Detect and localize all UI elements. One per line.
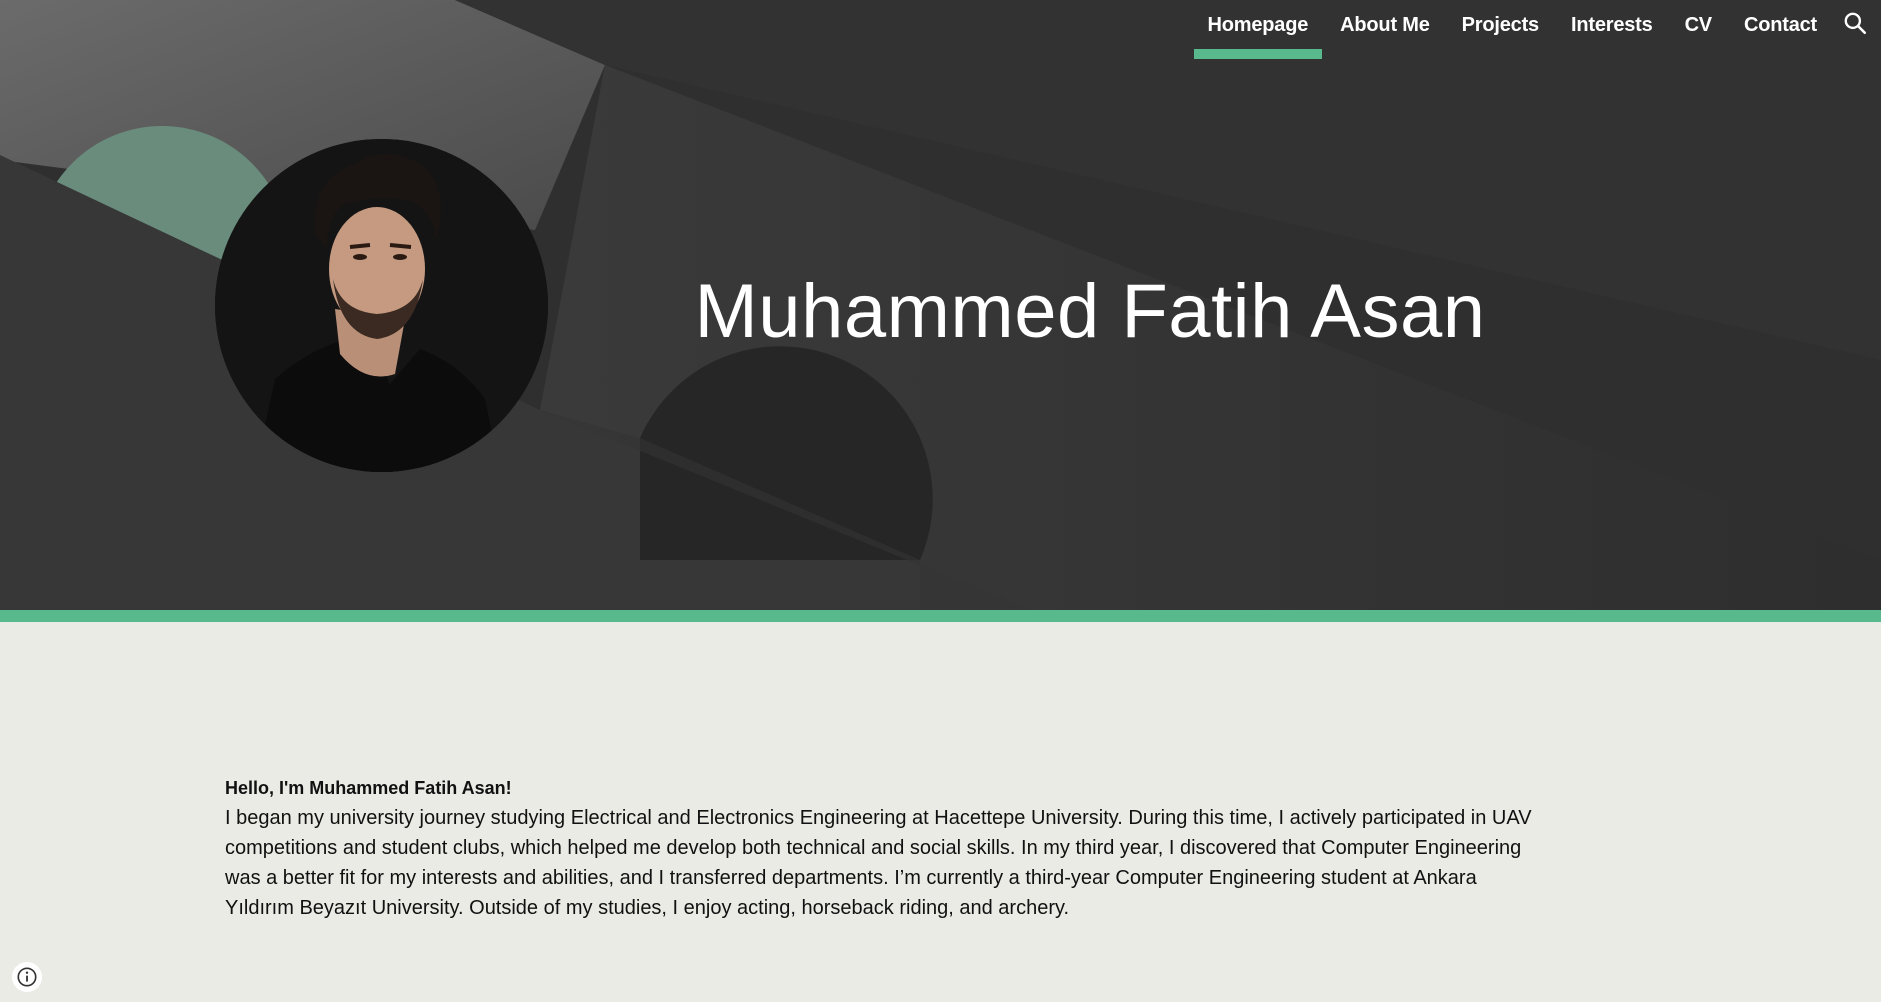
intro-section: Hello, I'm Muhammed Fatih Asan! I began … (225, 773, 1545, 923)
accent-divider (0, 610, 1881, 622)
top-navigation: Homepage About Me Projects Interests CV … (1192, 0, 1881, 60)
portrait-image (215, 139, 548, 472)
nav-item-projects[interactable]: Projects (1446, 0, 1555, 46)
hero-banner: Muhammed Fatih Asan Homepage About Me Pr… (0, 0, 1881, 610)
site-title: Muhammed Fatih Asan (694, 269, 1486, 354)
intro-bio: I began my university journey studying E… (225, 807, 1532, 919)
page: Muhammed Fatih Asan Homepage About Me Pr… (0, 0, 1881, 1002)
info-icon (17, 967, 37, 987)
nav-item-homepage[interactable]: Homepage (1192, 0, 1325, 59)
site-info-button[interactable] (12, 962, 42, 992)
nav-item-about-me[interactable]: About Me (1324, 0, 1446, 46)
avatar (215, 139, 548, 472)
nav-item-contact[interactable]: Contact (1728, 0, 1833, 46)
nav-item-cv[interactable]: CV (1669, 0, 1728, 46)
search-button[interactable] (1833, 0, 1877, 46)
search-icon (1844, 12, 1867, 35)
nav-item-interests[interactable]: Interests (1555, 0, 1669, 46)
intro-greeting: Hello, I'm Muhammed Fatih Asan! (225, 778, 512, 798)
